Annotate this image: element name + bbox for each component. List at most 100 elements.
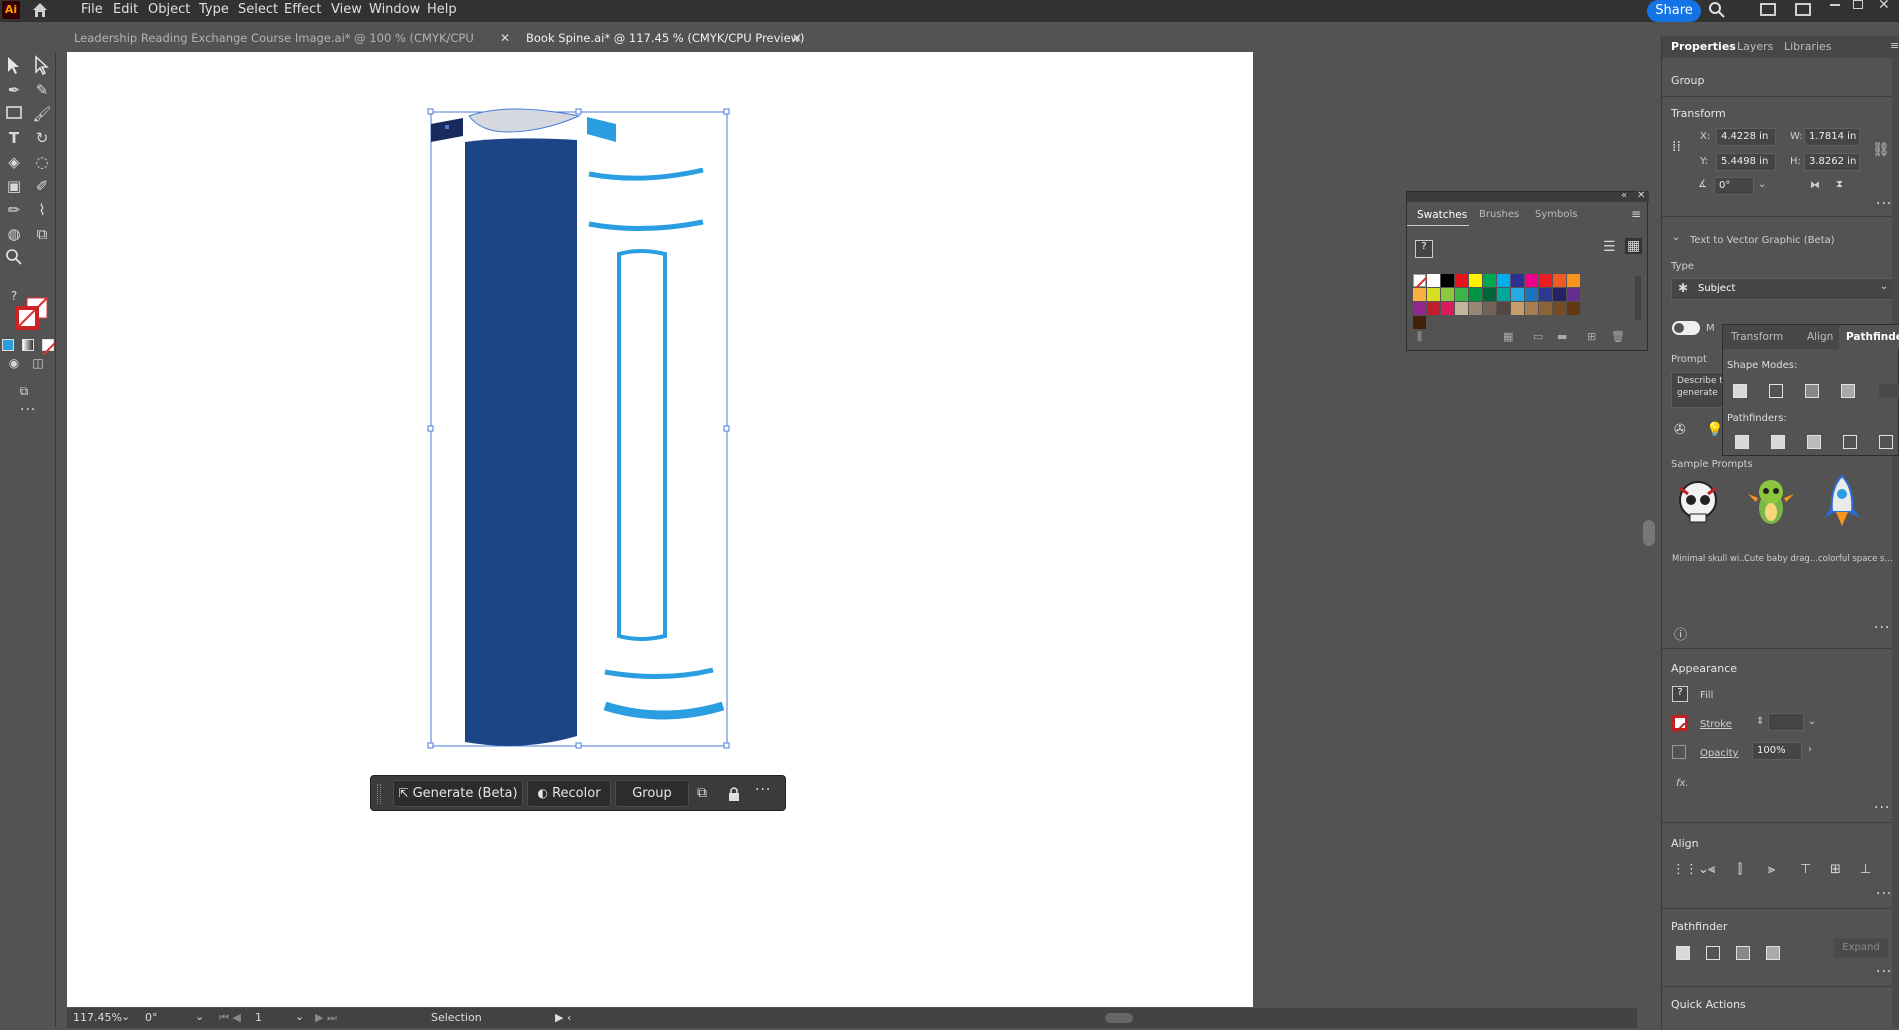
close-tab-icon[interactable]: ✕: [500, 31, 510, 45]
align-to-icon[interactable]: ⋮⋮⌄: [1672, 862, 1709, 877]
new-swatch-icon[interactable]: ⊞: [1587, 330, 1596, 343]
more-pathfinder-icon[interactable]: ···: [1876, 964, 1892, 980]
swatch-color[interactable]: [1525, 288, 1538, 301]
tab-book-spine[interactable]: Book Spine.ai* @ 117.45 % (CMYK/CPU Prev…: [516, 27, 806, 49]
swatch-color[interactable]: [1413, 302, 1426, 315]
swatch-color[interactable]: [1567, 302, 1580, 315]
artboard[interactable]: [67, 52, 1253, 1007]
none-mode-icon[interactable]: [42, 339, 56, 356]
drag-handle-icon[interactable]: [377, 784, 381, 804]
fx-icon[interactable]: fx.: [1676, 778, 1689, 789]
new-group-icon[interactable]: ▬: [1557, 330, 1567, 343]
swatch-color[interactable]: [1427, 274, 1440, 287]
gradient-tool-icon[interactable]: ▣: [2, 175, 26, 197]
swatch-color[interactable]: [1427, 288, 1440, 301]
align-top-icon[interactable]: ⊤: [1800, 862, 1811, 877]
shape-builder-tool-icon[interactable]: ◍: [2, 223, 26, 245]
stroke-stepper-icon[interactable]: ⇕: [1756, 716, 1764, 727]
last-artboard-icon[interactable]: ▶ ⏭: [315, 1011, 337, 1025]
swatch-color[interactable]: [1441, 274, 1454, 287]
swatch-color[interactable]: [1455, 302, 1468, 315]
home-icon[interactable]: [30, 0, 50, 20]
swatch-color[interactable]: [1469, 274, 1482, 287]
menu-edit[interactable]: Edit: [113, 2, 138, 17]
menu-object[interactable]: Object: [148, 2, 190, 17]
swatch-color[interactable]: [1497, 288, 1510, 301]
rotation-dropdown-icon[interactable]: ⌄: [195, 1010, 204, 1023]
trim-icon[interactable]: [1771, 435, 1785, 449]
collapse-panel-icon[interactable]: «: [1621, 190, 1627, 201]
swatch-color[interactable]: [1497, 302, 1510, 315]
match-toggle[interactable]: [1672, 321, 1700, 335]
stroke-swatch[interactable]: [1672, 715, 1688, 734]
intersect-mode-icon[interactable]: [1805, 384, 1819, 398]
flip-vertical-icon[interactable]: ⧗: [1836, 179, 1843, 190]
panel-header-bar[interactable]: [1407, 192, 1649, 202]
zoom-dropdown-icon[interactable]: ⌄: [121, 1010, 130, 1023]
exclude-icon[interactable]: [1766, 946, 1780, 960]
tab-layers[interactable]: Layers: [1737, 40, 1773, 53]
menu-help[interactable]: Help: [427, 2, 457, 17]
menu-file[interactable]: File: [81, 2, 103, 17]
blend-tool-icon[interactable]: ⌇: [30, 199, 54, 221]
tab-libraries[interactable]: Libraries: [1784, 40, 1832, 53]
swatch-color[interactable]: [1553, 302, 1566, 315]
more-tools-icon[interactable]: ···: [20, 402, 36, 418]
more-transform-icon[interactable]: ···: [1876, 196, 1892, 212]
menu-view[interactable]: View: [331, 2, 362, 17]
swatch-color[interactable]: [1511, 288, 1524, 301]
paintbrush-tool-icon[interactable]: 🖌: [30, 103, 54, 125]
delete-swatch-icon[interactable]: 🗑: [1611, 330, 1625, 343]
tab-leadership-doc[interactable]: Leadership Reading Exchange Course Image…: [56, 27, 516, 67]
swatch-none[interactable]: [1413, 274, 1428, 291]
generate-beta-button[interactable]: ⇱ Generate (Beta): [393, 780, 523, 807]
tab-properties[interactable]: Properties: [1671, 40, 1736, 53]
artboard-number[interactable]: 1: [255, 1011, 262, 1024]
align-bottom-icon[interactable]: ⊥: [1860, 862, 1871, 877]
more-align-icon[interactable]: ···: [1876, 886, 1892, 902]
restore-icon[interactable]: [1853, 0, 1863, 9]
book-spine-artwork[interactable]: [67, 52, 1253, 1007]
opacity-label[interactable]: Opacity: [1700, 748, 1738, 759]
more-options-icon[interactable]: ···: [755, 782, 771, 798]
h-field[interactable]: 3.8262 in: [1804, 153, 1860, 171]
swatch-color[interactable]: [1539, 288, 1552, 301]
arrange-documents-icon[interactable]: [1760, 3, 1776, 16]
screen-mode-icon[interactable]: ◫: [26, 352, 50, 374]
close-panel-icon[interactable]: ✕: [1637, 190, 1645, 201]
minus-front-mode-icon[interactable]: [1769, 384, 1783, 398]
intersect-icon[interactable]: [1736, 946, 1750, 960]
eyedropper-tool-icon[interactable]: ✐: [30, 175, 54, 197]
draw-mode-icon[interactable]: ◉: [2, 352, 26, 374]
expand-button[interactable]: Expand: [1834, 938, 1888, 958]
swatch-color[interactable]: [1427, 302, 1440, 315]
tab-symbols[interactable]: Symbols: [1535, 209, 1577, 220]
merge-icon[interactable]: [1807, 435, 1821, 449]
swatch-color[interactable]: [1483, 288, 1496, 301]
tab-align[interactable]: Align: [1807, 331, 1833, 343]
search-icon[interactable]: [1708, 1, 1726, 19]
rectangle-tool-icon[interactable]: [2, 103, 26, 125]
artboard-tool-icon[interactable]: ⧉: [30, 223, 54, 245]
constrain-proportions-icon[interactable]: ⛓: [1872, 142, 1890, 158]
tab-transform[interactable]: Transform: [1731, 331, 1783, 343]
first-artboard-icon[interactable]: ⏮ ◀: [219, 1011, 241, 1025]
fill-swatch[interactable]: ?: [1672, 686, 1688, 702]
workspace-icon[interactable]: [1795, 3, 1811, 16]
swatch-color[interactable]: [1567, 288, 1580, 301]
eraser-tool-icon[interactable]: ◈: [2, 151, 26, 173]
y-field[interactable]: 5.4498 in: [1716, 153, 1776, 171]
expand-mode-button[interactable]: [1879, 384, 1899, 398]
swatch-color[interactable]: [1413, 288, 1426, 301]
sample-dragon-thumbnail[interactable]: [1746, 472, 1796, 532]
swatch-color[interactable]: [1539, 274, 1552, 287]
sample-rocket-thumbnail[interactable]: [1820, 472, 1864, 532]
show-kinds-icon[interactable]: ▦: [1503, 330, 1513, 343]
lasso-tool-icon[interactable]: ◌: [30, 151, 54, 173]
info-icon[interactable]: ⓘ: [1674, 624, 1687, 643]
swatch-color[interactable]: [1469, 302, 1482, 315]
unite-icon[interactable]: [1676, 946, 1690, 960]
tab-swatches[interactable]: Swatches: [1407, 206, 1469, 226]
swatch-color[interactable]: [1455, 274, 1468, 287]
minimize-icon[interactable]: [1830, 4, 1840, 6]
